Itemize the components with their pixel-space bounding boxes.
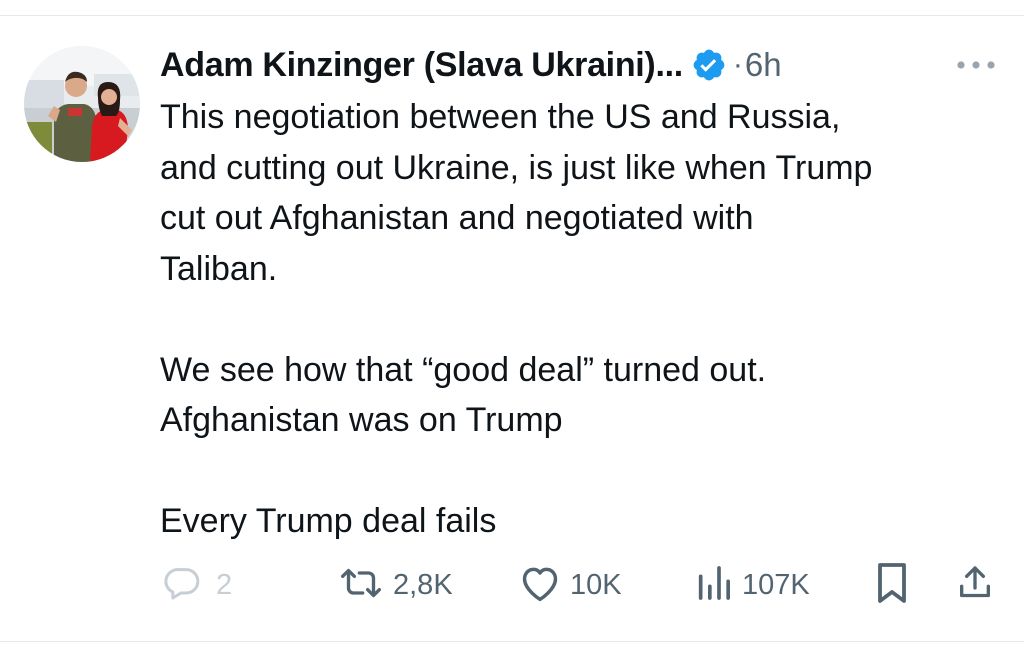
- repost-button[interactable]: 2,8K: [337, 562, 453, 608]
- views-bar-chart-icon: [694, 563, 734, 608]
- bookmark-icon: [874, 561, 910, 610]
- action-bar: 2 2,8K 10K 107K: [0, 562, 1024, 608]
- tweet-line: cut out Afghanistan and negotiated with: [160, 199, 754, 237]
- reply-bubble-icon: [162, 563, 202, 608]
- like-button[interactable]: 10K: [518, 562, 622, 608]
- like-count: 10K: [570, 568, 622, 601]
- top-divider: [0, 15, 1024, 16]
- timestamp[interactable]: 6h: [745, 46, 782, 84]
- avatar-photo: [24, 46, 140, 162]
- tweet-line: This negotiation between the US and Russ…: [160, 98, 841, 136]
- bottom-divider: [0, 641, 1024, 642]
- views-button[interactable]: 107K: [694, 562, 810, 608]
- tweet-text: This negotiation between the US and Russ…: [160, 92, 1010, 547]
- repost-count: 2,8K: [393, 568, 453, 601]
- tweet-line: Every Trump deal fails: [160, 502, 497, 540]
- time-separator: ·: [732, 48, 743, 81]
- tweet-line: and cutting out Ukraine, is just like wh…: [160, 148, 873, 187]
- tweet-line: Afghanistan was on Trump: [160, 401, 563, 439]
- display-name[interactable]: Adam Kinzinger (Slava Ukraini)...: [160, 46, 683, 85]
- reply-count: 2: [216, 568, 233, 601]
- repost-icon: [337, 563, 385, 608]
- views-count: 107K: [742, 568, 810, 601]
- verified-badge-icon: [691, 47, 727, 83]
- reply-button[interactable]: 2: [162, 562, 232, 608]
- share-button[interactable]: [955, 562, 995, 608]
- more-horizontal-icon[interactable]: [954, 58, 998, 72]
- tweet-header: Adam Kinzinger (Slava Ukraini)... · 6h: [160, 44, 782, 86]
- avatar[interactable]: [24, 46, 140, 162]
- bookmark-button[interactable]: [874, 562, 910, 608]
- heart-icon: [518, 563, 562, 608]
- tweet-line: We see how that “good deal” turned out.: [160, 350, 767, 389]
- share-upload-icon: [955, 562, 995, 609]
- tweet-line: Taliban.: [160, 249, 278, 288]
